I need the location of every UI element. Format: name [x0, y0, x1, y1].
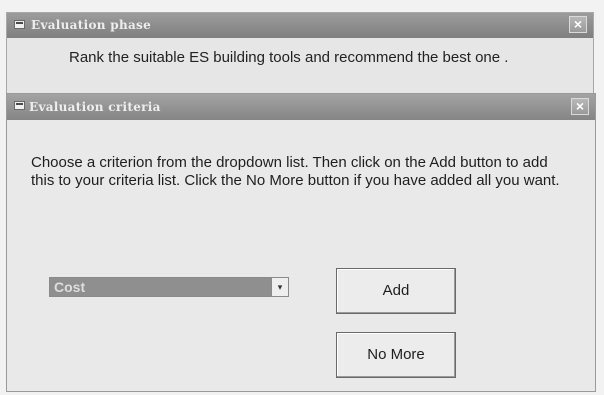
window-icon	[14, 101, 25, 110]
evaluation-phase-titlebar[interactable]: Evaluation phase ×	[7, 13, 593, 38]
criteria-instructions: Choose a criterion from the dropdown lis…	[31, 154, 560, 189]
evaluation-phase-message: Rank the suitable ES building tools and …	[69, 49, 509, 66]
criterion-dropdown[interactable]: Cost ▾	[49, 277, 289, 297]
evaluation-criteria-titlebar[interactable]: Evaluation criteria ×	[7, 94, 595, 120]
evaluation-phase-close-icon[interactable]: ×	[569, 16, 587, 33]
evaluation-criteria-dialog: Evaluation criteria × Choose a criterion…	[6, 93, 596, 392]
evaluation-phase-title: Evaluation phase	[31, 18, 152, 32]
evaluation-criteria-title: Evaluation criteria	[29, 100, 161, 114]
evaluation-criteria-close-icon[interactable]: ×	[571, 98, 589, 115]
add-button[interactable]: Add	[336, 268, 456, 314]
window-icon	[14, 20, 25, 29]
criterion-dropdown-value: Cost	[54, 279, 86, 295]
no-more-button[interactable]: No More	[336, 332, 456, 378]
chevron-down-icon[interactable]: ▾	[271, 278, 288, 296]
